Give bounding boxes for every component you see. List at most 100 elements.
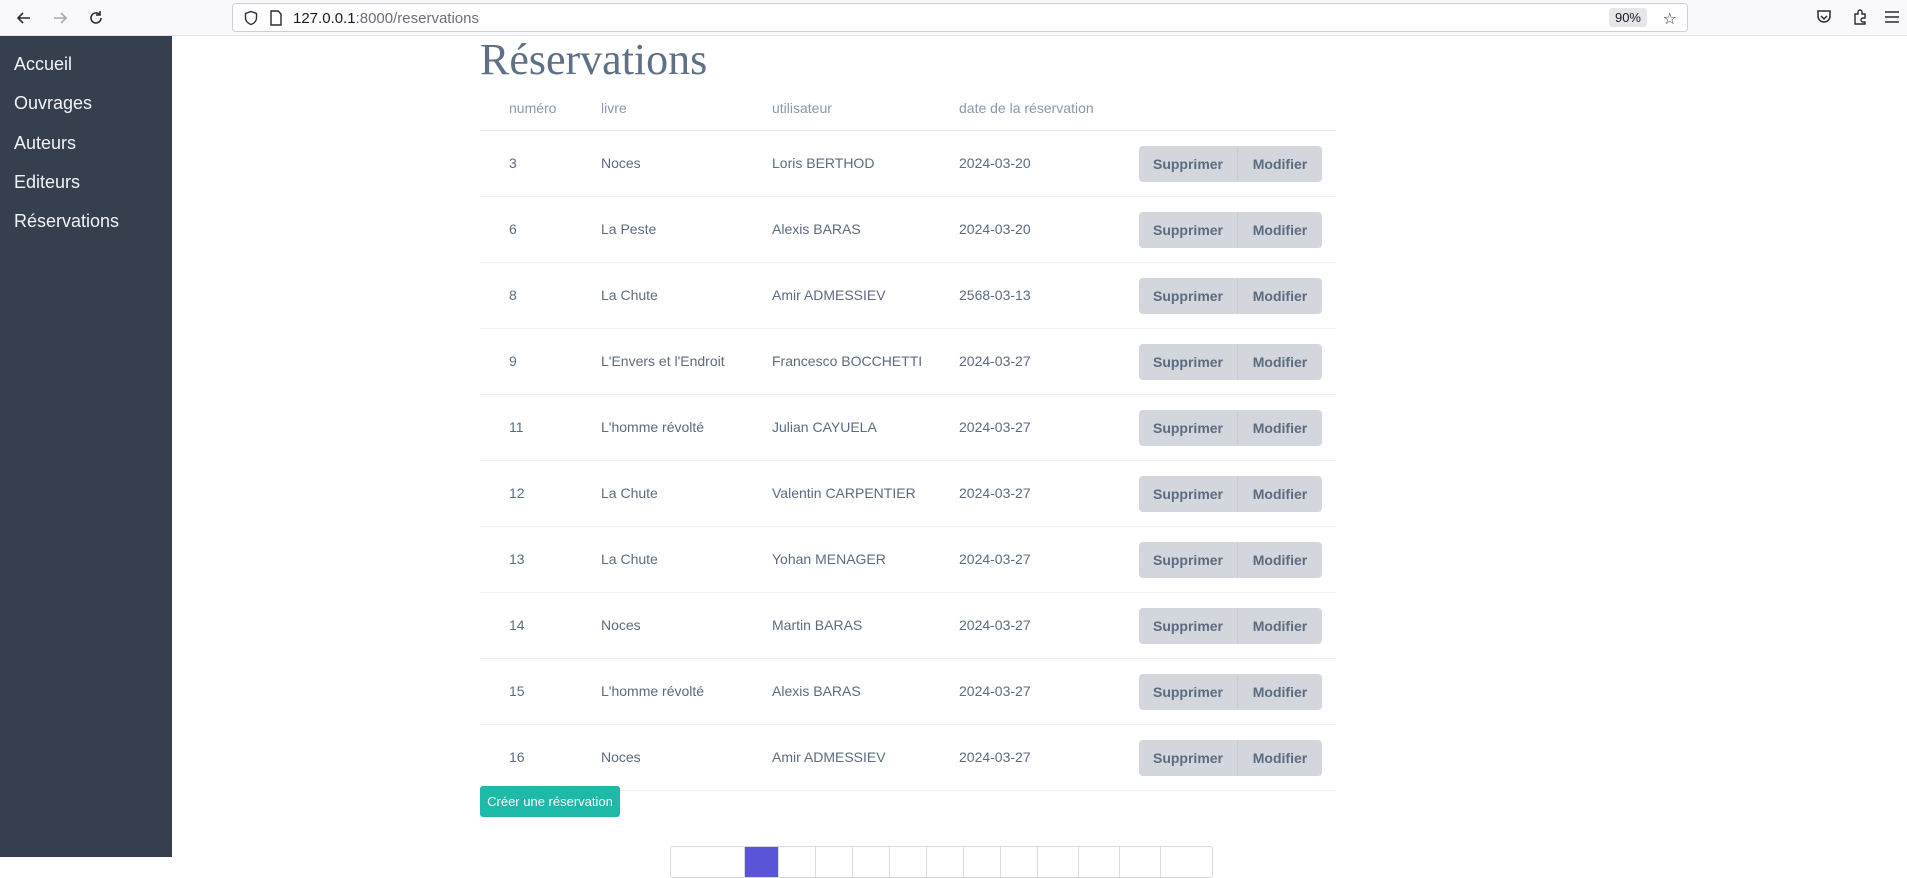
pagination-next[interactable]	[1161, 847, 1212, 877]
row-actions: Supprimer Modifier	[1139, 212, 1322, 248]
edit-button[interactable]: Modifier	[1238, 542, 1322, 578]
table-row: 16 Noces Amir ADMESSIEV 2024-03-27 Supprimer…	[480, 725, 1336, 791]
zoom-level-badge[interactable]: 90%	[1608, 8, 1647, 27]
url-bar[interactable]: 127.0.0.1:8000/reservations 90% ☆	[232, 3, 1688, 32]
sidebar-item-ouvrages[interactable]: Ouvrages	[14, 93, 92, 114]
cell-utilisateur: Loris BERTHOD	[772, 155, 875, 171]
cell-numero: 9	[509, 353, 517, 369]
pagination-page[interactable]	[1079, 847, 1120, 877]
cell-livre: L'Envers et l'Endroit	[601, 353, 725, 369]
delete-button[interactable]: Supprimer	[1139, 344, 1238, 380]
pagination-page[interactable]	[890, 847, 927, 877]
delete-button[interactable]: Supprimer	[1139, 740, 1238, 776]
cell-utilisateur: Alexis BARAS	[772, 683, 861, 699]
pagination-previous[interactable]	[671, 847, 745, 877]
reload-icon[interactable]	[84, 6, 108, 30]
table-row: 11 L'homme révolté Julian CAYUELA 2024-03-2…	[480, 395, 1336, 461]
delete-button[interactable]: Supprimer	[1139, 146, 1238, 182]
table-body: 3 Noces Loris BERTHOD 2024-03-20 Supprimer Mo…	[480, 131, 1336, 791]
cell-numero: 14	[509, 617, 525, 633]
row-actions: Supprimer Modifier	[1139, 740, 1322, 776]
cell-livre: Noces	[601, 155, 641, 171]
delete-button[interactable]: Supprimer	[1139, 542, 1238, 578]
table-row: 3 Noces Loris BERTHOD 2024-03-20 Supprimer Mo…	[480, 131, 1336, 197]
delete-button[interactable]: Supprimer	[1139, 278, 1238, 314]
back-icon[interactable]	[12, 6, 36, 30]
column-header-utilisateur: utilisateur	[772, 100, 832, 116]
sidebar-item-accueil[interactable]: Accueil	[14, 54, 72, 75]
cell-livre: La Chute	[601, 287, 658, 303]
delete-button[interactable]: Supprimer	[1139, 476, 1238, 512]
sidebar-item-auteurs[interactable]: Auteurs	[14, 133, 76, 154]
edit-button[interactable]: Modifier	[1238, 410, 1322, 446]
pagination-page[interactable]	[816, 847, 853, 877]
cell-numero: 3	[509, 155, 517, 171]
cell-numero: 16	[509, 749, 525, 765]
cell-date: 2024-03-27	[959, 485, 1031, 501]
row-actions: Supprimer Modifier	[1139, 146, 1322, 182]
row-actions: Supprimer Modifier	[1139, 344, 1322, 380]
pagination-page[interactable]	[1038, 847, 1079, 877]
edit-button[interactable]: Modifier	[1238, 674, 1322, 710]
row-actions: Supprimer Modifier	[1139, 278, 1322, 314]
pagination-page[interactable]	[1120, 847, 1161, 877]
cell-livre: La Peste	[601, 221, 657, 237]
table-row: 8 La Chute Amir ADMESSIEV 2568-03-13 Supprim…	[480, 263, 1336, 329]
column-header-livre: livre	[601, 100, 627, 116]
pagination-page[interactable]	[779, 847, 816, 877]
table-row: 12 La Chute Valentin CARPENTIER 2024-03-27 S…	[480, 461, 1336, 527]
cell-utilisateur: Yohan MENAGER	[772, 551, 886, 567]
edit-button[interactable]: Modifier	[1238, 740, 1322, 776]
table-row: 6 La Peste Alexis BARAS 2024-03-20 Supprimer…	[480, 197, 1336, 263]
cell-utilisateur: Francesco BOCCHETTI	[772, 353, 923, 369]
shield-icon[interactable]	[243, 10, 259, 31]
edit-button[interactable]: Modifier	[1238, 146, 1322, 182]
delete-button[interactable]: Supprimer	[1139, 608, 1238, 644]
cell-utilisateur: Martin BARAS	[772, 617, 863, 633]
cell-livre: L'homme révolté	[601, 683, 705, 699]
row-actions: Supprimer Modifier	[1139, 542, 1322, 578]
cell-date: 2024-03-27	[959, 551, 1031, 567]
column-header-date: date de la réservation	[959, 100, 1094, 116]
cell-utilisateur: Amir ADMESSIEV	[772, 749, 886, 765]
sidebar: Accueil Ouvrages Auteurs Editeurs Réserv…	[0, 36, 172, 857]
menu-icon[interactable]	[1884, 8, 1900, 31]
forward-icon[interactable]	[48, 6, 72, 30]
page-icon[interactable]	[269, 10, 283, 31]
sidebar-item-reservations[interactable]: Réservations	[14, 211, 119, 232]
cell-utilisateur: Valentin CARPENTIER	[772, 485, 916, 501]
pagination-page[interactable]	[927, 847, 964, 877]
cell-numero: 11	[509, 419, 524, 435]
delete-button[interactable]: Supprimer	[1139, 212, 1238, 248]
url-text: 127.0.0.1:8000/reservations	[293, 10, 479, 27]
pagination-page[interactable]	[1001, 847, 1038, 877]
cell-date: 2024-03-27	[959, 353, 1031, 369]
pagination-page[interactable]	[964, 847, 1001, 877]
cell-utilisateur: Alexis BARAS	[772, 221, 861, 237]
cell-date: 2568-03-13	[959, 287, 1031, 303]
sidebar-item-editeurs[interactable]: Editeurs	[14, 172, 80, 193]
pagination-page[interactable]	[853, 847, 890, 877]
extensions-icon[interactable]	[1851, 8, 1869, 31]
pagination	[670, 846, 1213, 878]
cell-date: 2024-03-27	[959, 617, 1031, 633]
edit-button[interactable]: Modifier	[1238, 344, 1322, 380]
cell-date: 2024-03-20	[959, 155, 1031, 171]
pagination-page-active[interactable]	[745, 847, 779, 877]
edit-button[interactable]: Modifier	[1238, 278, 1322, 314]
bookmark-star-icon[interactable]: ☆	[1663, 9, 1677, 29]
cell-numero: 12	[509, 485, 525, 501]
edit-button[interactable]: Modifier	[1238, 476, 1322, 512]
create-reservation-button[interactable]: Créer une réservation	[480, 786, 620, 817]
delete-button[interactable]: Supprimer	[1139, 410, 1238, 446]
cell-livre: Noces	[601, 749, 641, 765]
cell-numero: 13	[509, 551, 525, 567]
browser-toolbar: 127.0.0.1:8000/reservations 90% ☆	[0, 0, 1907, 36]
table-row: 15 L'homme révolté Alexis BARAS 2024-03-27 S…	[480, 659, 1336, 725]
edit-button[interactable]: Modifier	[1238, 608, 1322, 644]
row-actions: Supprimer Modifier	[1139, 476, 1322, 512]
edit-button[interactable]: Modifier	[1238, 212, 1322, 248]
cell-livre: L'homme révolté	[601, 419, 705, 435]
pocket-icon[interactable]	[1815, 8, 1833, 31]
delete-button[interactable]: Supprimer	[1139, 674, 1238, 710]
